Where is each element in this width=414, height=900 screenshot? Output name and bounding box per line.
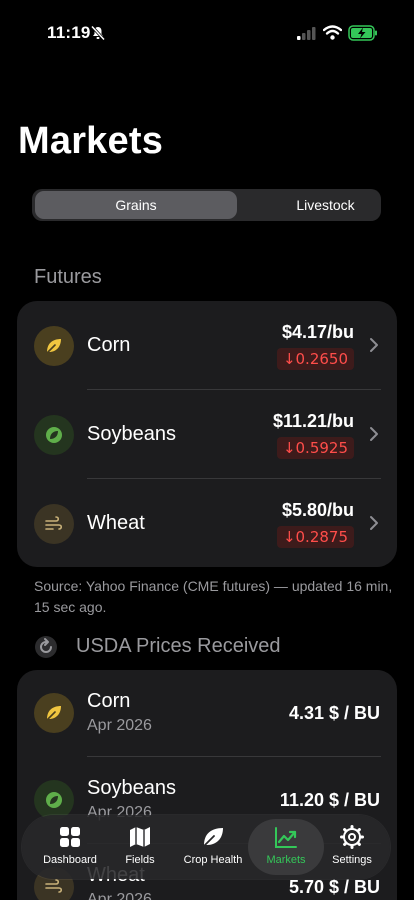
- tab-fields[interactable]: Fields: [110, 819, 170, 875]
- corn-icon-badge: [34, 693, 74, 733]
- commodity-name: Corn: [87, 334, 131, 356]
- soybeans-icon-badge: [34, 415, 74, 455]
- segment-livestock[interactable]: Livestock: [237, 191, 414, 219]
- tab-dashboard[interactable]: Dashboard: [30, 819, 110, 875]
- soybeans-icon-badge: [34, 780, 74, 820]
- tab-settings[interactable]: Settings: [322, 819, 382, 875]
- tab-crop-health[interactable]: Crop Health: [172, 819, 254, 875]
- usda-section-label: USDA Prices Received: [76, 635, 281, 657]
- market-segmented-control: Grains Livestock: [32, 189, 381, 221]
- chevron-right-icon: [370, 516, 378, 530]
- futures-price: $4.17/bu: [281, 322, 354, 342]
- tab-bar: Dashboard Fields Crop Health Markets Set…: [22, 815, 390, 879]
- status-time: 11:19: [47, 23, 91, 42]
- commodity-name: Soybeans: [87, 777, 176, 799]
- cellular-signal-icon: [297, 27, 316, 40]
- grid-icon: [60, 827, 80, 847]
- futures-row-corn[interactable]: Corn $4.17/bu ↓0.2650: [17, 301, 397, 390]
- map-icon: [130, 827, 150, 847]
- price-change-badge: ↓0.2650: [276, 348, 354, 370]
- futures-row-wheat[interactable]: Wheat $5.80/bu ↓0.2875: [17, 479, 397, 568]
- wifi-icon: [323, 25, 342, 40]
- segment-grains[interactable]: Grains: [35, 191, 237, 219]
- usda-price: 4.31 $ / BU: [288, 703, 380, 723]
- leaf-circle-icon: [46, 427, 62, 443]
- corn-icon-badge: [34, 326, 74, 366]
- futures-section-label: Futures: [34, 266, 102, 288]
- report-date: Apr 2026: [87, 891, 152, 900]
- commodity-name: Corn: [87, 690, 131, 712]
- commodity-name: Soybeans: [87, 423, 176, 445]
- wind-icon: [45, 879, 63, 893]
- refresh-icon[interactable]: [34, 635, 58, 659]
- chevron-right-icon: [370, 338, 378, 352]
- gear-icon: [340, 825, 364, 849]
- tab-label: Crop Health: [183, 854, 243, 866]
- page-title: Markets: [18, 120, 164, 162]
- wind-icon: [45, 516, 63, 530]
- tab-label: Dashboard: [43, 854, 97, 866]
- leaf-icon: [46, 706, 61, 721]
- tab-label: Fields: [125, 854, 155, 866]
- commodity-name: Wheat: [87, 512, 145, 534]
- price-change-badge: ↓0.2875: [276, 526, 354, 548]
- futures-price: $5.80/bu: [281, 500, 354, 520]
- usda-price: 11.20 $ / BU: [279, 790, 380, 810]
- leaf-circle-icon: [46, 792, 62, 808]
- report-date: Apr 2026: [87, 717, 152, 734]
- chevron-right-icon: [370, 427, 378, 441]
- battery-charging-icon: [348, 25, 377, 41]
- tab-label: Settings: [332, 854, 372, 866]
- status-bar: 11:19: [0, 0, 414, 60]
- trending-up-icon: [275, 827, 297, 848]
- leaf-icon: [46, 339, 61, 354]
- tab-markets[interactable]: Markets: [248, 819, 324, 875]
- leaf-icon: [203, 828, 223, 847]
- usda-row-corn[interactable]: Corn Apr 2026 4.31 $ / BU: [17, 670, 397, 757]
- tab-label: Markets: [266, 854, 306, 866]
- futures-price: $11.21/bu: [272, 411, 354, 431]
- price-change-badge: ↓0.5925: [276, 437, 354, 459]
- bell-slash-icon: [90, 25, 106, 41]
- futures-source-note: Source: Yahoo Finance (CME futures) — up…: [34, 578, 393, 615]
- wheat-icon-badge: [34, 504, 74, 544]
- futures-card: Corn $4.17/bu ↓0.2650 Soybeans $11.21/bu…: [17, 301, 397, 567]
- usda-price: 5.70 $ / BU: [288, 877, 380, 897]
- futures-row-soybeans[interactable]: Soybeans $11.21/bu ↓0.5925: [17, 390, 397, 479]
